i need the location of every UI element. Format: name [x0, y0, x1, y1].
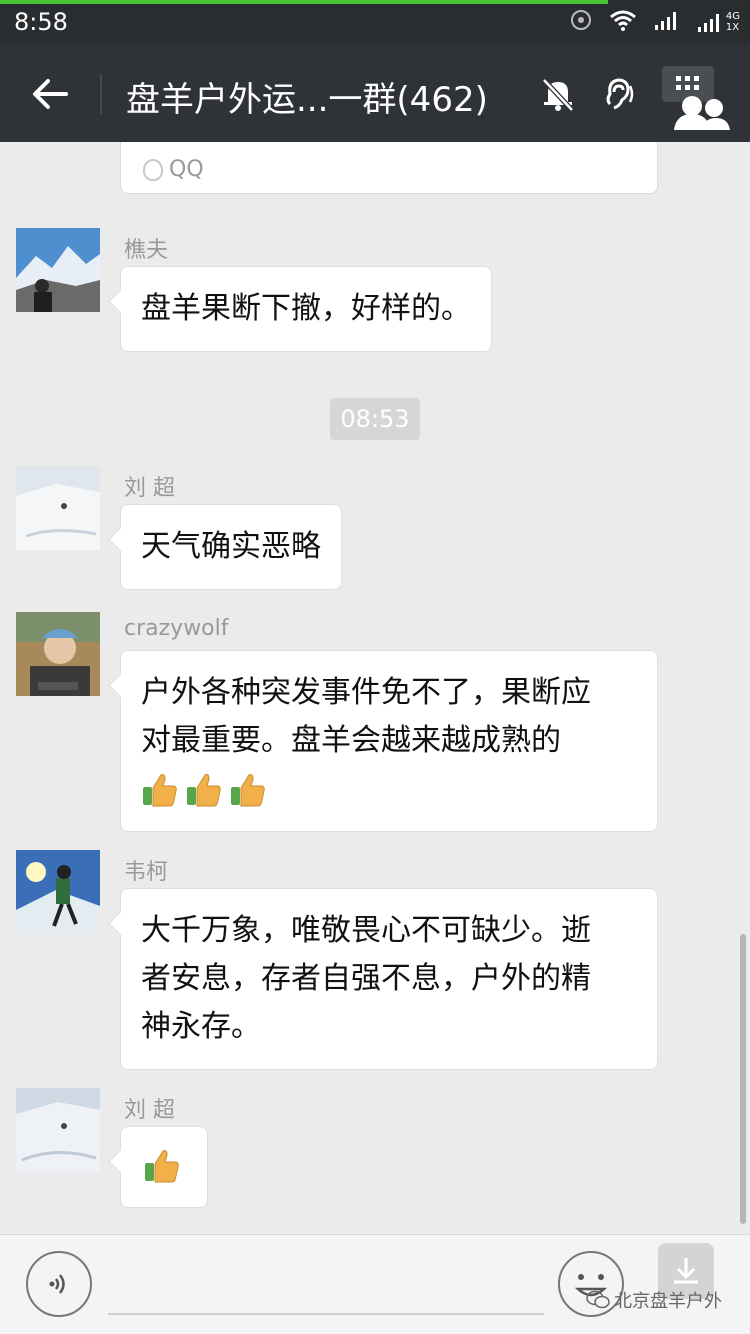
voice-icon: [49, 1274, 65, 1294]
back-arrow-icon: [33, 79, 68, 109]
thumbs-up-icon: [143, 773, 177, 806]
message-input[interactable]: [108, 1313, 544, 1315]
status-time: 8:58: [14, 8, 68, 36]
card-source-label: QQ: [169, 157, 204, 182]
scrollbar[interactable]: [740, 934, 746, 1224]
avatar[interactable]: [16, 466, 100, 550]
thumbs-up-icon: [231, 773, 265, 806]
download-icon: [674, 1258, 698, 1284]
bell-muted-icon: [538, 74, 578, 114]
status-bar: 8:58 4G 1X: [0, 0, 750, 44]
sender-name: 刘 超: [124, 476, 175, 501]
message-bubble[interactable]: [120, 1126, 208, 1208]
status-accent-bar: [0, 0, 608, 4]
network-sublabel: 1X: [725, 22, 740, 33]
network-label: 4G: [725, 11, 740, 22]
message-bubble[interactable]: 盘羊果断下撤，好样的。: [120, 266, 492, 352]
message-text: 盘羊果断下撤，好样的。: [141, 291, 471, 326]
thumbs-up-icon: [187, 773, 221, 806]
signal-icon: [653, 9, 681, 35]
location-icon: [569, 8, 593, 36]
watermark: 北京盘羊户外: [586, 1287, 722, 1313]
time-divider: 08:53: [330, 398, 420, 440]
card-source: QQ: [143, 157, 204, 182]
sender-name: 樵夫: [124, 238, 169, 263]
message-text-line: 大千万象，唯敬畏心不可缺少。逝: [141, 913, 591, 948]
status-icons: 4G 1X: [569, 8, 740, 36]
sender-name: crazywolf: [124, 616, 229, 641]
earpiece-icon: [598, 74, 638, 114]
avatar[interactable]: [16, 1088, 100, 1172]
message-list[interactable]: QQ 樵夫 盘羊果断下撤，好样的。 08:53 刘 超 天气确实恶略 crazy…: [0, 142, 750, 1234]
emoji-row: [141, 771, 267, 809]
thumbs-up-icon: [145, 1150, 179, 1183]
input-bar: 北京盘羊户外: [0, 1234, 750, 1334]
avatar[interactable]: [16, 612, 100, 696]
qq-icon: [143, 158, 163, 181]
voice-button[interactable]: [26, 1251, 92, 1317]
sender-name: 刘 超: [124, 1098, 175, 1123]
message-bubble[interactable]: 户外各种突发事件免不了，果断应 对最重要。盘羊会越来越成熟的: [120, 650, 658, 832]
wechat-icon: [586, 1290, 610, 1309]
watermark-text: 北京盘羊户外: [614, 1291, 722, 1312]
sender-name: 韦柯: [124, 860, 169, 885]
group-members-icon: [662, 66, 730, 130]
signal-4g-icon: 4G 1X: [697, 11, 740, 33]
message-text-line: 者安息，存者自强不息，户外的精: [141, 961, 591, 996]
header-divider: [100, 74, 102, 114]
message-text-line: 户外各种突发事件免不了，果断应: [141, 675, 591, 710]
chat-header: 盘羊户外运...一群(462): [0, 44, 750, 142]
message-text-line: 对最重要。盘羊会越来越成熟的: [141, 723, 561, 758]
group-members-button[interactable]: [662, 66, 738, 130]
wifi-icon: [609, 9, 637, 35]
message-text: 天气确实恶略: [141, 529, 321, 564]
message-bubble[interactable]: 天气确实恶略: [120, 504, 342, 590]
back-button[interactable]: [20, 66, 80, 122]
message-text-line: 神永存。: [141, 1009, 261, 1044]
message-bubble[interactable]: 大千万象，唯敬畏心不可缺少。逝 者安息，存者自强不息，户外的精 神永存。: [120, 888, 658, 1070]
shared-link-card[interactable]: QQ: [120, 142, 658, 194]
avatar[interactable]: [16, 850, 100, 934]
avatar[interactable]: [16, 228, 100, 312]
chat-title: 盘羊户外运...一群(462): [126, 80, 488, 120]
